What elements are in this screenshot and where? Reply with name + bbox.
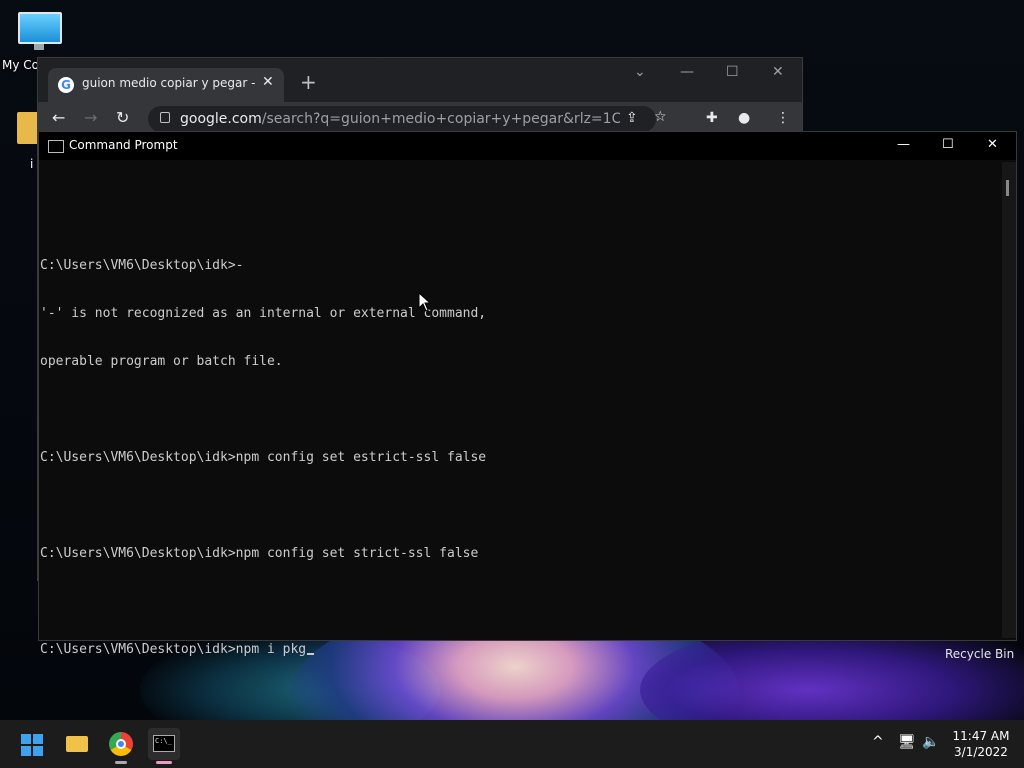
profile-icon[interactable]: ● bbox=[738, 110, 750, 126]
new-tab-icon[interactable]: + bbox=[300, 72, 317, 92]
terminal-line: C:\Users\VM6\Desktop\idk>- bbox=[40, 258, 244, 273]
tab-title: guion medio copiar y pegar - Go bbox=[82, 76, 260, 90]
cmd-maximize-icon[interactable]: ☐ bbox=[942, 137, 954, 152]
url-domain: google.com bbox=[180, 111, 262, 127]
running-indicator bbox=[115, 761, 127, 764]
network-icon[interactable]: 🖥 bbox=[898, 734, 916, 750]
active-indicator bbox=[156, 761, 172, 764]
tab-search-icon[interactable]: ⌄ bbox=[634, 64, 646, 80]
browser-tab[interactable]: G guion medio copiar y pegar - Go ✕ bbox=[48, 68, 284, 102]
menu-icon[interactable]: ⋮ bbox=[776, 110, 790, 126]
command-prompt-window[interactable]: Command Prompt — ☐ ✕ C:\Users\VM6\Deskto… bbox=[38, 131, 1017, 657]
forward-icon[interactable]: → bbox=[84, 108, 97, 127]
scrollbar-thumb[interactable] bbox=[1006, 180, 1009, 196]
terminal-input-line[interactable]: C:\Users\VM6\Desktop\idk>npm i pkg bbox=[40, 642, 1000, 658]
minimize-icon[interactable]: — bbox=[680, 64, 694, 80]
back-icon[interactable]: ← bbox=[52, 108, 65, 127]
monitor-icon bbox=[18, 12, 62, 44]
lock-icon[interactable] bbox=[160, 112, 170, 123]
terminal-line: operable program or batch file. bbox=[40, 354, 283, 369]
cmd-minimize-icon[interactable]: — bbox=[897, 137, 910, 152]
volume-icon[interactable]: 🔈 bbox=[922, 734, 939, 750]
taskbar: C:\_ ^ 🖥 🔈 11:47 AM 3/1/2022 bbox=[0, 720, 1024, 768]
chrome-icon bbox=[109, 732, 133, 756]
url-text[interactable]: google.com/search?q=guion+medio+copiar+y… bbox=[180, 111, 620, 127]
terminal-icon: C:\_ bbox=[153, 735, 175, 752]
address-bar[interactable]: google.com/search?q=guion+medio+copiar+y… bbox=[148, 106, 667, 132]
file-explorer-icon bbox=[66, 736, 88, 752]
bookmark-star-icon[interactable]: ☆ bbox=[654, 109, 667, 125]
url-path: /search?q=guion+medio+copiar+y+pegar&rlz… bbox=[261, 111, 620, 127]
terminal-taskbar-button[interactable]: C:\_ bbox=[148, 728, 180, 764]
folder-label: i bbox=[30, 157, 34, 171]
terminal-current-command: C:\Users\VM6\Desktop\idk>npm i pkg bbox=[40, 642, 307, 657]
extensions-icon[interactable]: ✚ bbox=[706, 110, 718, 126]
tab-close-icon[interactable]: ✕ bbox=[262, 74, 274, 90]
maximize-icon[interactable]: ☐ bbox=[726, 64, 739, 80]
mouse-pointer-icon bbox=[418, 292, 430, 312]
chrome-taskbar-button[interactable] bbox=[105, 728, 137, 764]
terminal-line: C:\Users\VM6\Desktop\idk>npm config set … bbox=[40, 450, 487, 465]
terminal-line: '-' is not recognized as an internal or … bbox=[40, 306, 487, 321]
cmd-close-icon[interactable]: ✕ bbox=[987, 137, 998, 152]
google-favicon-icon: G bbox=[58, 77, 74, 93]
clock-date: 3/1/2022 bbox=[954, 745, 1008, 759]
file-explorer-button[interactable] bbox=[61, 728, 93, 760]
this-pc-icon[interactable] bbox=[16, 12, 62, 52]
close-icon[interactable]: ✕ bbox=[772, 64, 784, 80]
terminal-output[interactable]: C:\Users\VM6\Desktop\idk>- '-' is not re… bbox=[40, 178, 1000, 657]
cmd-app-icon bbox=[48, 140, 64, 153]
terminal-line: C:\Users\VM6\Desktop\idk>npm config set … bbox=[40, 546, 479, 561]
show-hidden-icons-icon[interactable]: ^ bbox=[872, 734, 884, 750]
system-clock[interactable]: 11:47 AM 3/1/2022 bbox=[950, 728, 1012, 760]
clock-time: 11:47 AM bbox=[952, 729, 1010, 743]
reload-icon[interactable]: ↻ bbox=[116, 108, 129, 127]
cmd-title-bar[interactable]: Command Prompt — ☐ ✕ bbox=[39, 132, 1016, 160]
this-pc-label: My Co bbox=[2, 58, 39, 72]
cmd-window-title: Command Prompt bbox=[69, 138, 178, 152]
cmd-scrollbar[interactable] bbox=[1002, 162, 1016, 638]
text-cursor bbox=[307, 653, 315, 655]
tab-strip: G guion medio copiar y pegar - Go ✕ + ⌄ … bbox=[38, 58, 802, 102]
start-button[interactable] bbox=[16, 728, 48, 760]
share-icon[interactable]: ⇪ bbox=[626, 110, 638, 126]
monitor-stand bbox=[34, 44, 44, 50]
folder-icon[interactable] bbox=[17, 112, 39, 144]
